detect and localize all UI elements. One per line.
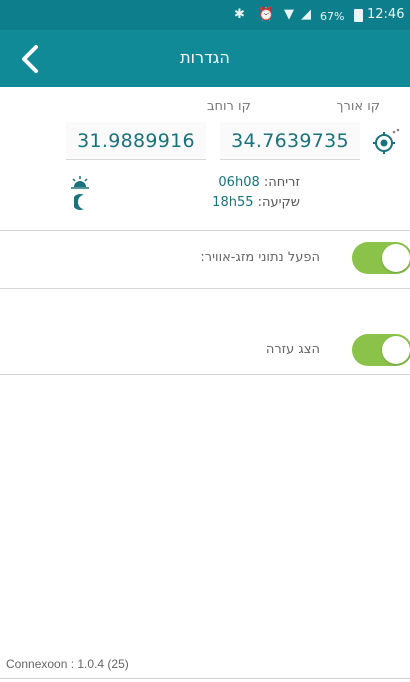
- sunrise-row: זריחה: 06h08: [120, 175, 300, 190]
- divider: [0, 288, 410, 289]
- longitude-field[interactable]: 34.7639735: [220, 122, 360, 160]
- gps-locate-icon[interactable]: [370, 128, 400, 158]
- sunrise-label: זריחה:: [263, 175, 300, 190]
- longitude-label: קו אורך: [336, 99, 380, 114]
- moon-icon: [72, 193, 88, 211]
- sunset-time: 18h55: [212, 195, 254, 210]
- divider: [0, 374, 410, 375]
- weather-toggle[interactable]: [352, 242, 410, 274]
- toggle-knob: [382, 336, 410, 364]
- signal-icon: ◢: [301, 7, 311, 22]
- page-title: הגדרות: [180, 48, 230, 67]
- latitude-value: 31.9889916: [77, 130, 195, 152]
- wifi-icon: ▼: [284, 7, 294, 22]
- sunrise-time: 06h08: [218, 175, 260, 190]
- toggle-knob: [382, 244, 410, 272]
- app-version: Connexoon : 1.0.4 (25): [6, 657, 129, 671]
- bottom-divider: [0, 678, 410, 679]
- sunrise-icon: [70, 175, 90, 191]
- status-bar: ✱ ⏰ ▼ ◢ 67% 12:46: [0, 0, 410, 30]
- battery-icon: [354, 9, 363, 22]
- latitude-field[interactable]: 31.9889916: [66, 122, 206, 160]
- sunset-row: שקיעה: 18h55: [120, 195, 300, 210]
- weather-toggle-label: הפעל נתוני מזג-אוויר:: [200, 250, 320, 265]
- sunset-label: שקיעה:: [257, 195, 300, 210]
- bluetooth-icon: ✱: [234, 7, 245, 22]
- battery-percentage: 67%: [320, 10, 345, 23]
- clock-time: 12:46: [367, 7, 405, 22]
- divider: [0, 230, 410, 231]
- help-toggle[interactable]: [352, 334, 410, 366]
- app-header: הגדרות: [0, 30, 410, 87]
- alarm-icon: ⏰: [258, 7, 275, 22]
- help-toggle-label: הצג עזרה: [265, 342, 320, 357]
- latitude-label: קו רוחב: [207, 99, 251, 114]
- longitude-value: 34.7639735: [231, 130, 349, 152]
